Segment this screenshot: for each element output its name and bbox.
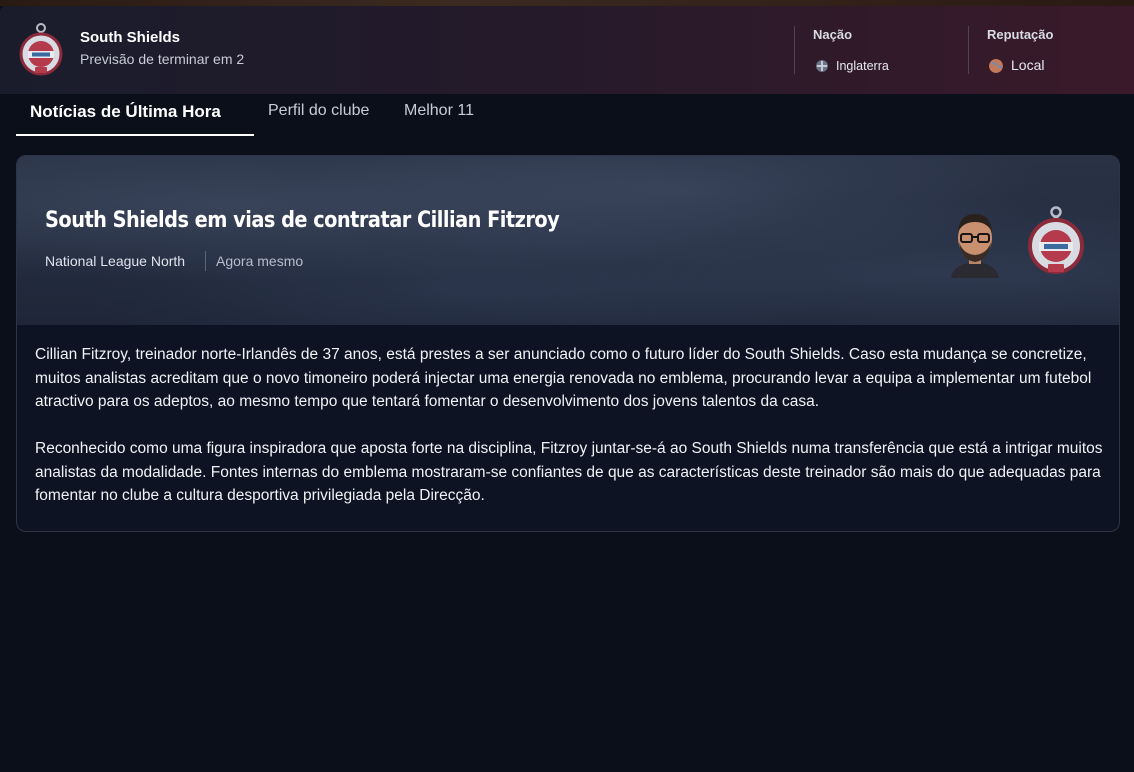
england-flag-icon: [816, 60, 828, 72]
club-badge-icon: [1028, 206, 1084, 274]
app-window: South Shields Previsão de terminar em 2 …: [0, 0, 1134, 772]
reputation-globe-icon: [989, 59, 1003, 73]
manager-portrait: [951, 214, 999, 278]
club-header: South Shields Previsão de terminar em 2 …: [0, 6, 1134, 94]
club-finish-prediction: Previsão de terminar em 2: [80, 51, 245, 67]
meta-divider: [205, 251, 206, 271]
tab-club-profile[interactable]: Perfil do clube: [268, 102, 369, 120]
news-time: Agora mesmo: [216, 253, 304, 269]
news-card: South Shields em vias de contratar Cilli…: [16, 155, 1120, 532]
club-crest-icon: [19, 23, 63, 76]
tab-breaking-news[interactable]: Notícias de Última Hora: [30, 102, 221, 122]
club-name: South Shields: [80, 29, 181, 46]
header-divider: [968, 26, 969, 74]
reputation-label: Reputação: [987, 27, 1054, 42]
news-paragraph: Cillian Fitzroy, treinador norte-Irlandê…: [35, 346, 1092, 410]
nation-label: Nação: [813, 27, 853, 42]
tab-best-eleven[interactable]: Melhor 11: [404, 102, 474, 120]
news-headline: South Shields em vias de contratar Cilli…: [45, 208, 560, 233]
header-divider: [794, 26, 795, 74]
news-league: National League North: [45, 253, 186, 269]
news-body: Cillian Fitzroy, treinador norte-Irlandê…: [35, 343, 1105, 508]
news-paragraph: Reconhecido como uma figura inspiradora …: [35, 440, 1103, 504]
news-banner: South Shields em vias de contratar Cilli…: [17, 156, 1119, 325]
nation-value: Inglaterra: [836, 59, 889, 73]
reputation-value: Local: [1011, 57, 1045, 73]
active-tab-indicator: [16, 134, 254, 136]
